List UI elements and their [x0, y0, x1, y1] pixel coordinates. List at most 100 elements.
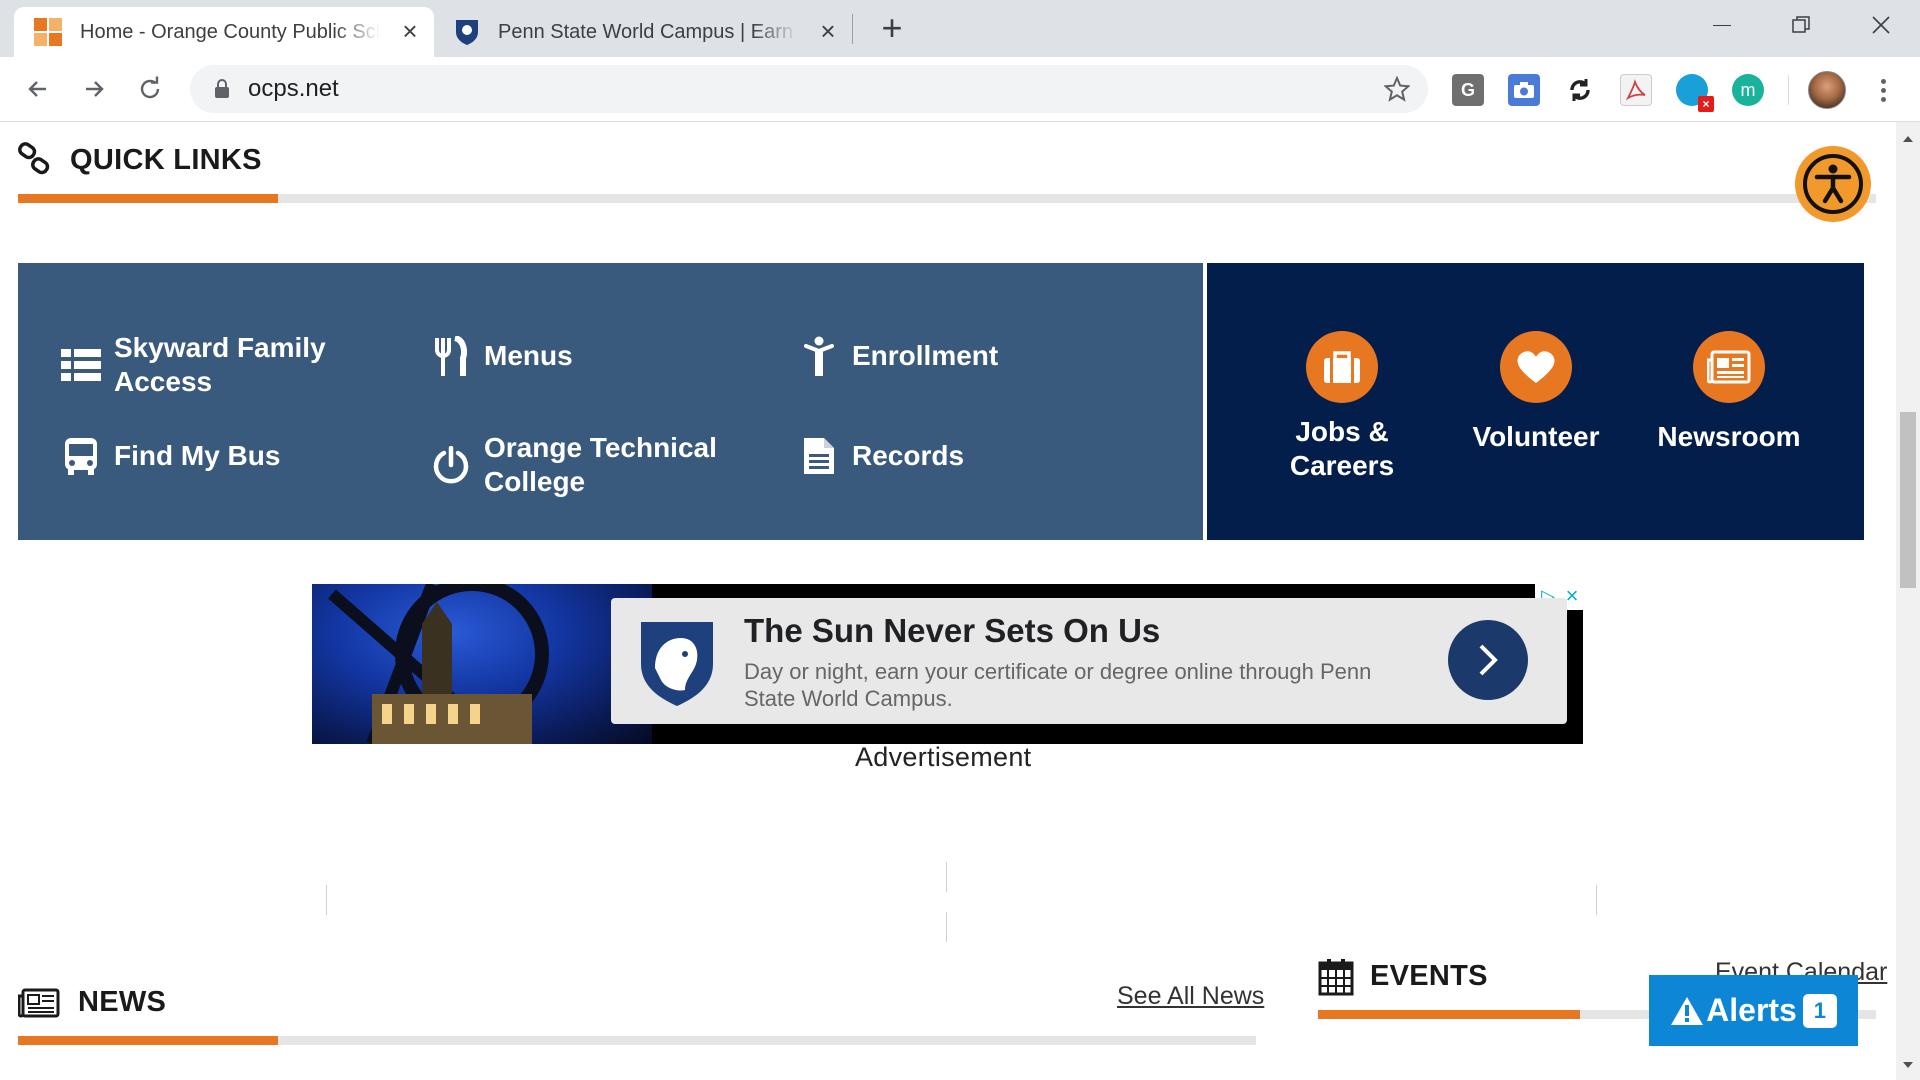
quick-link-menus[interactable]: Menus	[430, 335, 573, 377]
restore-button[interactable]	[1762, 0, 1840, 50]
ad-card[interactable]: The Sun Never Sets On Us Day or night, e…	[611, 598, 1567, 724]
page-scrollbar[interactable]	[1896, 122, 1920, 1080]
close-tab-icon[interactable]: ×	[816, 18, 840, 44]
tab-penn-state[interactable]: Penn State World Campus | Earn Your Degr…	[434, 7, 852, 57]
restore-icon	[1792, 16, 1810, 33]
news-underline	[18, 1036, 1256, 1045]
lock-icon	[215, 79, 229, 98]
url-input[interactable]	[248, 75, 1248, 103]
scroll-up-arrow-icon[interactable]	[1903, 136, 1913, 142]
forward-button[interactable]	[74, 69, 114, 109]
arrow-right-icon	[86, 81, 104, 97]
star-icon[interactable]	[1384, 76, 1410, 102]
bus-icon	[60, 435, 102, 477]
ad-campus-photo	[312, 584, 652, 744]
accessibility-button[interactable]	[1795, 146, 1871, 222]
scroll-down-arrow-icon[interactable]	[1903, 1062, 1913, 1068]
minimize-icon	[1713, 24, 1731, 26]
minimize-button[interactable]	[1683, 0, 1761, 50]
camera-extension-icon[interactable]	[1508, 74, 1540, 106]
penn-state-favicon	[454, 18, 480, 46]
newspaper-icon	[18, 988, 60, 1018]
quick-link-find-my-bus[interactable]: Find My Bus	[60, 435, 280, 477]
quick-links-panel: Skyward Family Access Menus Enrollment F…	[18, 263, 1203, 540]
alerts-count-badge: 1	[1802, 993, 1837, 1028]
power-icon	[430, 444, 472, 486]
news-title: NEWS	[78, 986, 167, 1018]
utensils-icon	[430, 335, 472, 377]
reload-icon	[140, 76, 160, 99]
quick-link-label: Menus	[484, 340, 573, 371]
arrow-left-icon	[28, 81, 46, 97]
toolbar-divider	[1788, 75, 1789, 105]
close-window-button[interactable]	[1842, 0, 1920, 50]
featured-link-label: Volunteer	[1472, 421, 1600, 452]
grammar-extension-icon[interactable]: G	[1452, 74, 1484, 106]
quick-links-title: QUICK LINKS	[70, 144, 262, 176]
featured-link-newsroom[interactable]: Newsroom	[1634, 331, 1824, 454]
quick-link-label: Skyward Family Access	[114, 332, 326, 397]
new-tab-button[interactable]: +	[872, 6, 912, 50]
featured-link-label: Jobs & Careers	[1289, 416, 1395, 481]
tab-strip: Home - Orange County Public Schools × Pe…	[0, 0, 1920, 57]
events-underline-fill	[1318, 1010, 1581, 1019]
ocps-favicon	[34, 18, 62, 46]
sync-extension-icon[interactable]	[1564, 74, 1596, 106]
mote-extension-icon[interactable]: m	[1732, 74, 1764, 106]
featured-link-volunteer[interactable]: Volunteer	[1441, 331, 1631, 454]
heart-icon	[1500, 331, 1572, 403]
accessibility-icon	[1803, 154, 1863, 214]
penn-state-shield-icon	[641, 622, 713, 706]
divider	[946, 862, 947, 892]
ad-open-button[interactable]	[1448, 620, 1528, 700]
events-title: EVENTS	[1370, 960, 1488, 992]
scrollbar-thumb[interactable]	[1900, 412, 1916, 588]
link-icon	[18, 142, 50, 175]
chevron-right-icon	[1479, 644, 1498, 676]
tab-title: Home - Orange County Public Schools	[80, 20, 380, 43]
divider	[946, 912, 947, 942]
warning-icon	[1671, 996, 1704, 1025]
quick-link-enrollment[interactable]: Enrollment	[798, 335, 998, 377]
featured-links-panel: Jobs & Careers Volunteer Newsroom	[1207, 263, 1864, 540]
address-bar[interactable]	[190, 65, 1428, 113]
quick-link-orange-technical-college[interactable]: Orange Technical College	[430, 431, 750, 499]
featured-link-jobs-careers[interactable]: Jobs & Careers	[1247, 331, 1437, 483]
briefcase-icon	[1306, 331, 1378, 403]
kebab-icon	[1880, 87, 1886, 93]
person-icon	[798, 335, 840, 377]
close-tab-icon[interactable]: ×	[398, 18, 422, 44]
quick-link-label: Find My Bus	[114, 440, 281, 471]
quick-link-label: Enrollment	[852, 340, 999, 371]
advertisement-banner[interactable]: ▷ × The Sun Never Sets On Us Day or nigh…	[312, 584, 1583, 744]
divider	[326, 885, 327, 915]
ad-headline: The Sun Never Sets On Us	[744, 612, 1161, 649]
featured-link-label: Newsroom	[1657, 421, 1801, 452]
list-icon	[60, 344, 102, 386]
tab-divider	[852, 14, 853, 44]
blue-extension-icon[interactable]: ×	[1676, 74, 1714, 112]
alerts-button[interactable]: Alerts 1	[1649, 975, 1858, 1046]
tab-ocps[interactable]: Home - Orange County Public Schools ×	[14, 7, 434, 57]
quick-link-records[interactable]: Records	[798, 435, 964, 477]
alerts-label: Alerts	[1706, 992, 1797, 1028]
divider	[1596, 885, 1597, 915]
menu-button[interactable]	[1868, 75, 1898, 105]
advertisement-label: Advertisement	[855, 742, 1032, 772]
pdf-extension-icon[interactable]	[1620, 74, 1652, 106]
reload-button[interactable]	[130, 69, 170, 109]
quick-link-label: Records	[852, 440, 965, 471]
close-icon	[1872, 16, 1890, 34]
see-all-news-link[interactable]: See All News	[1117, 982, 1264, 1011]
web-page: QUICK LINKS Skyward Family Access Menus	[0, 122, 1920, 1080]
tab-title: Penn State World Campus | Earn Your Degr…	[498, 20, 798, 43]
quick-links-underline-fill	[18, 194, 279, 203]
quick-link-skyward[interactable]: Skyward Family Access	[60, 331, 380, 399]
news-underline-fill	[18, 1036, 278, 1045]
back-button[interactable]	[18, 69, 58, 109]
ad-description: Day or night, earn your certificate or d…	[744, 659, 1372, 711]
browser-toolbar: G × m	[0, 57, 1920, 122]
newspaper-icon	[1693, 331, 1765, 403]
avatar[interactable]	[1808, 71, 1846, 109]
calendar-icon	[1318, 959, 1354, 996]
